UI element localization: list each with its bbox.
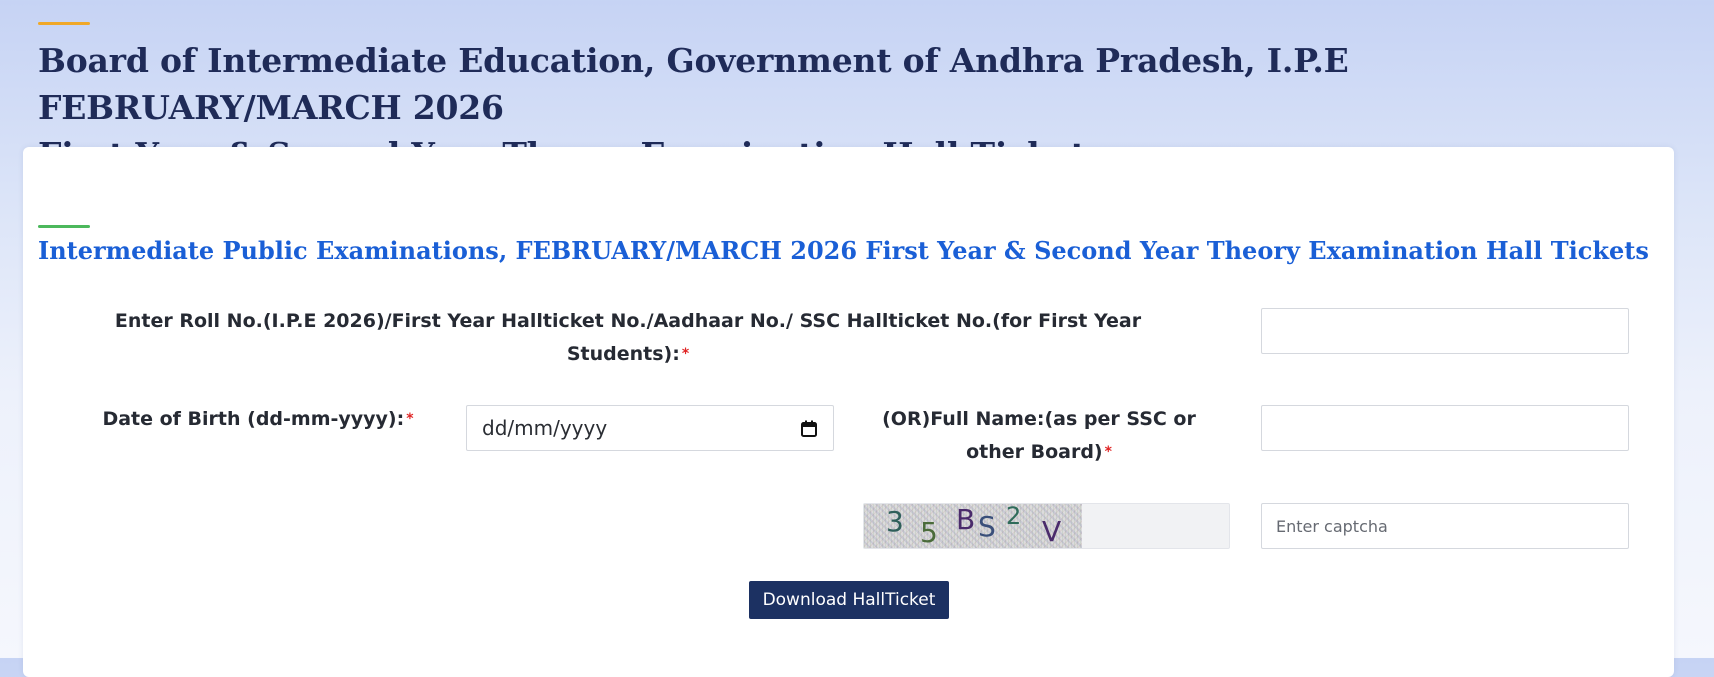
dob-date-value: dd/mm/yyyy	[482, 416, 608, 440]
section-title: Intermediate Public Examinations, FEBRUA…	[38, 236, 1649, 265]
captcha-char: B	[956, 503, 976, 536]
download-hallticket-button[interactable]: Download HallTicket	[749, 581, 949, 619]
roll-no-label-line2: Students):	[566, 343, 680, 365]
full-name-label-line2: other Board)	[966, 441, 1103, 463]
roll-no-label: Enter Roll No.(I.P.E 2026)/First Year Ha…	[93, 305, 1163, 371]
captcha-char: V	[1042, 515, 1062, 548]
page-title-line1: Board of Intermediate Education, Governm…	[38, 41, 1349, 127]
captcha-char: 3	[886, 505, 904, 538]
dob-label: Date of Birth (dd-mm-yyyy): *	[73, 403, 443, 436]
roll-no-label-line1: Enter Roll No.(I.P.E 2026)/First Year Ha…	[114, 310, 1142, 332]
roll-no-required-mark: *	[681, 346, 690, 362]
calendar-icon[interactable]	[801, 420, 817, 437]
full-name-label-line1: (OR)Full Name:(as per SSC or	[882, 408, 1196, 430]
hallticket-form-card: Intermediate Public Examinations, FEBRUA…	[23, 147, 1674, 677]
dob-date-input[interactable]: dd/mm/yyyy	[466, 405, 834, 451]
section-accent-bar	[38, 225, 90, 228]
captcha-input[interactable]	[1261, 503, 1629, 549]
dob-required-mark: *	[406, 411, 414, 427]
dob-label-text: Date of Birth (dd-mm-yyyy):	[102, 408, 405, 430]
captcha-char: 2	[1006, 503, 1022, 530]
header-accent-bar	[38, 22, 90, 25]
captcha-box: 3 5 B S 2 V	[863, 503, 1230, 549]
captcha-char: S	[978, 510, 996, 543]
full-name-required-mark: *	[1104, 444, 1112, 460]
full-name-label: (OR)Full Name:(as per SSC or other Board…	[869, 403, 1209, 469]
roll-no-input[interactable]	[1261, 308, 1629, 354]
full-name-input[interactable]	[1261, 405, 1629, 451]
captcha-image: 3 5 B S 2 V	[864, 503, 1082, 549]
captcha-char: 5	[920, 516, 938, 549]
